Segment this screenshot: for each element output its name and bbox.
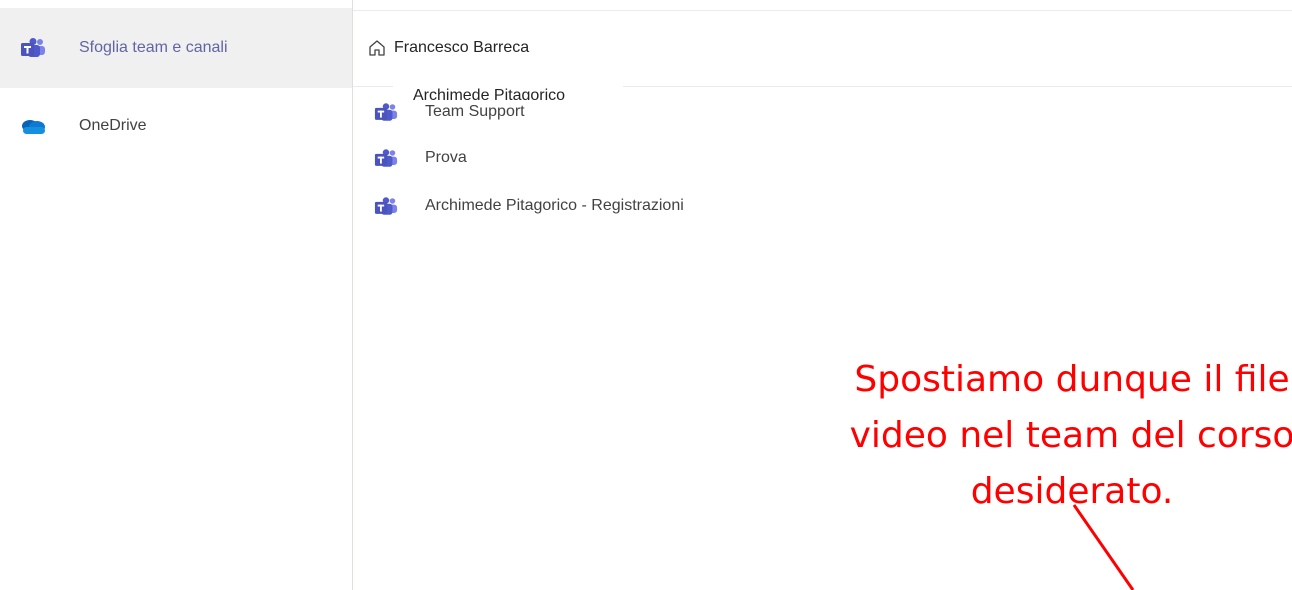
annotation-line: video nel team del corso	[849, 415, 1292, 456]
tooltip-label: Archimede Pitagorico	[413, 87, 566, 100]
breadcrumb-label[interactable]: Francesco Barreca	[394, 39, 529, 57]
tooltip: Archimede Pitagorico	[393, 78, 623, 100]
teams-icon	[373, 147, 399, 169]
sidebar-item-browse-teams[interactable]: Sfoglia team e canali	[0, 8, 352, 88]
list-item-archimede-registrazioni[interactable]: Archimede Pitagorico - Registrazioni	[353, 186, 953, 226]
sidebar-item-label: Sfoglia team e canali	[79, 39, 228, 56]
onedrive-icon	[19, 114, 47, 138]
team-label: Prova	[425, 149, 467, 166]
top-divider	[353, 10, 1292, 11]
list-item-prova[interactable]: Prova	[353, 138, 953, 178]
teams-icon	[373, 101, 399, 123]
team-label: Team Support	[425, 103, 525, 120]
team-label: Archimede Pitagorico - Registrazioni	[425, 197, 684, 214]
home-icon[interactable]	[366, 37, 388, 59]
teams-icon	[373, 195, 399, 217]
annotation-line: desiderato.	[970, 471, 1174, 512]
teams-file-picker: Sfoglia team e canali OneDrive Francesco…	[0, 0, 1292, 590]
annotation-text: Spostiamo dunque il file video nel team …	[812, 352, 1292, 520]
breadcrumb[interactable]: Francesco Barreca	[366, 30, 529, 66]
sidebar-item-onedrive[interactable]: OneDrive	[0, 86, 352, 166]
annotation-line: Spostiamo dunque il file	[854, 359, 1290, 400]
sidebar: Sfoglia team e canali OneDrive	[0, 0, 353, 590]
sidebar-item-label: OneDrive	[79, 117, 147, 134]
teams-icon	[19, 36, 47, 60]
